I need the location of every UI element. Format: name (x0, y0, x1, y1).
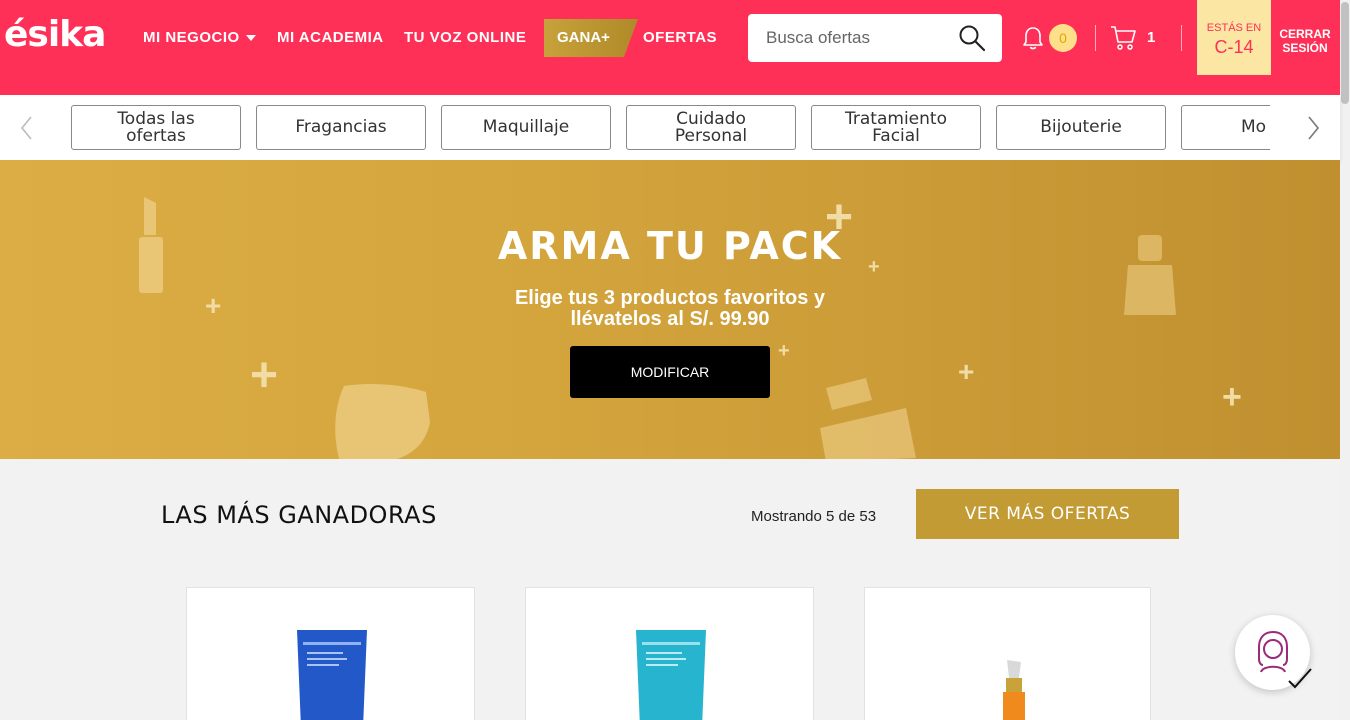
scrollbar[interactable] (1340, 0, 1350, 720)
plus-icon: + (250, 349, 279, 402)
category-label: Fragancias (295, 117, 387, 137)
caret-down-icon (245, 35, 256, 42)
category-maquillaje[interactable]: Maquillaje (441, 105, 611, 150)
scrollbar-thumb[interactable] (1341, 2, 1349, 104)
section-title: LAS MÁS GANADORAS (161, 501, 437, 529)
banner-title: ARMA TU PACK (497, 224, 843, 268)
search-input[interactable] (766, 27, 956, 49)
header (0, 0, 1340, 95)
category-label: ofertas (126, 125, 186, 146)
plus-icon: + (205, 290, 222, 321)
category-scroller: Todas las ofertas Fragancias Maquillaje C… (0, 95, 1270, 160)
checkmark-icon (1288, 668, 1312, 689)
product-card[interactable] (864, 587, 1151, 720)
banner-subtitle-line2: llévatelos al S/. 99.90 (570, 308, 770, 330)
chat-assistant-button[interactable] (1235, 615, 1312, 690)
nav-mi-negocio[interactable]: MI NEGOCIO (143, 29, 256, 46)
category-mo[interactable]: Mo (1181, 105, 1270, 150)
campaign-indicator: ESTÁS EN C-14 (1197, 0, 1271, 75)
product-card[interactable] (186, 587, 475, 720)
gana-plus-label: GANA+ (557, 29, 610, 46)
banner-subtitle-line1: Elige tus 3 productos favoritos y (514, 287, 826, 309)
see-more-offers-button[interactable]: VER MÁS OFERTAS (916, 489, 1179, 539)
product-image (636, 630, 706, 720)
category-label: Maquillaje (482, 117, 570, 137)
category-label: Facial (872, 125, 920, 146)
cart-icon[interactable] (1110, 24, 1136, 52)
bell-icon[interactable] (1021, 25, 1045, 51)
category-fragancias[interactable]: Fragancias (256, 105, 426, 150)
results-count: Mostrando 5 de 53 (751, 508, 877, 525)
divider (1181, 25, 1182, 51)
category-tratamiento-facial[interactable]: Tratamiento Facial (811, 105, 981, 150)
chevron-right-icon[interactable] (1304, 115, 1322, 141)
campaign-value: C-14 (1214, 37, 1254, 57)
assistant-avatar-icon (1258, 631, 1288, 673)
nav-tu-voz-online[interactable]: TU VOZ ONLINE (404, 29, 526, 46)
modify-button[interactable]: MODIFICAR (570, 346, 770, 398)
nav-mi-academia[interactable]: MI ACADEMIA (277, 29, 384, 46)
category-todas-ofertas[interactable]: Todas las ofertas (71, 105, 241, 150)
perfume-bottle-icon (820, 378, 916, 459)
nav-mi-negocio-label: MI NEGOCIO (143, 29, 240, 46)
category-label: Bijouterie (1040, 117, 1122, 137)
plus-icon: + (958, 356, 975, 387)
promo-banner: + + + + + + + ARMA TU PACK Elige tus 3 p… (0, 160, 1340, 459)
product-card[interactable] (525, 587, 814, 720)
notification-count-badge: 0 (1049, 24, 1077, 52)
category-label: Mo (1241, 117, 1267, 137)
campaign-label: ESTÁS EN (1206, 22, 1262, 34)
category-cuidado-personal[interactable]: Cuidado Personal (626, 105, 796, 150)
cart-count: 1 (1147, 29, 1156, 46)
product-image (1003, 660, 1025, 720)
category-label: Personal (674, 125, 748, 146)
search-icon[interactable] (958, 24, 986, 52)
cream-jar-icon (335, 384, 430, 459)
category-bijouterie[interactable]: Bijouterie (996, 105, 1166, 150)
product-image (297, 630, 367, 720)
plus-icon: + (1222, 378, 1242, 416)
logout-label-line2: SESIÓN (1282, 41, 1328, 55)
nav-ofertas[interactable]: OFERTAS (643, 29, 717, 46)
divider (1095, 25, 1096, 51)
esika-logo[interactable]: ésika (4, 14, 106, 55)
banner-subtitle: Elige tus 3 productos favoritos y llévat… (500, 288, 840, 330)
logout-label-line1: CERRAR (1279, 27, 1331, 41)
logout-button[interactable]: CERRAR SESIÓN (1279, 27, 1331, 55)
plus-icon: + (778, 340, 790, 362)
